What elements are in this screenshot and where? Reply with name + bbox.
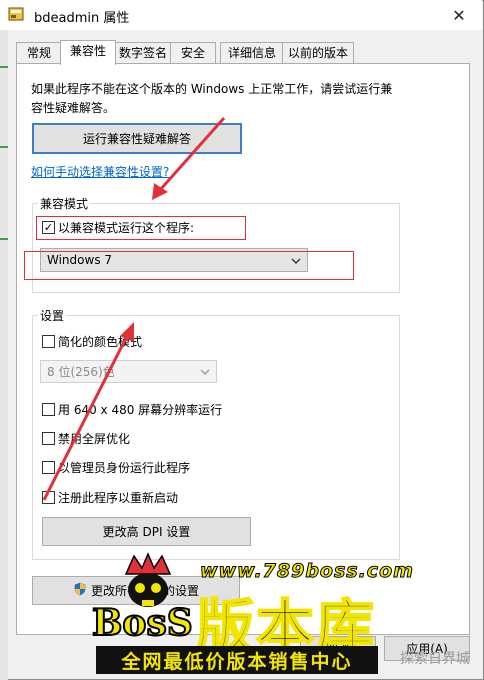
tab-compatibility[interactable]: 兼容性 [60, 40, 116, 65]
shield-icon [73, 582, 87, 599]
tab-details[interactable]: 详细信息 [220, 42, 284, 64]
reduced-color-checkbox[interactable] [42, 335, 55, 348]
register-restart-checkbox[interactable] [42, 491, 55, 504]
run-as-admin-checkbox[interactable] [42, 461, 55, 474]
watermark-slogan: 全网最低价版本销售中心 [96, 646, 378, 674]
register-restart-label: 注册此程序以重新启动 [58, 491, 179, 505]
color-mode-select-value: 8 位(256)色 [47, 365, 115, 379]
tab-general[interactable]: 常规 [16, 42, 62, 64]
change-dpi-button[interactable]: 更改高 DPI 设置 [42, 517, 251, 546]
intro-line-2: 容性疑难解答。 [31, 101, 116, 115]
tab-security[interactable]: 安全 [170, 42, 216, 64]
close-icon: ✕ [452, 5, 466, 25]
app-icon [8, 6, 24, 22]
reduced-color-label: 简化的颜色模式 [58, 335, 143, 349]
annotation-box-checkbox [36, 216, 246, 240]
watermark-brand: BosS [91, 601, 194, 645]
intro-text: 如果此程序不能在这个版本的 Windows 上正常工作，请尝试运行兼 容性疑难解… [31, 80, 411, 118]
settings-group-label: 设置 [38, 307, 67, 324]
tab-previous-versions[interactable]: 以前的版本 [282, 42, 354, 64]
intro-line-1: 如果此程序不能在这个版本的 Windows 上正常工作，请尝试运行兼 [31, 82, 393, 96]
watermark-url: www.789boss.com [200, 560, 414, 583]
window-title: bdeadmin 属性 [34, 11, 130, 26]
res-640-checkbox[interactable] [42, 403, 55, 416]
watermark-corner-text: 探索日界城 [400, 651, 470, 667]
close-button[interactable]: ✕ [444, 4, 474, 26]
run-as-admin-label: 以管理员身份运行此程序 [58, 461, 191, 475]
background-window-strip [0, 30, 8, 680]
annotation-box-select [24, 251, 354, 280]
color-mode-select[interactable]: 8 位(256)色 [40, 360, 217, 383]
title-bar: bdeadmin 属性 ✕ [0, 0, 482, 30]
res-640-label: 用 640 x 480 屏幕分辨率运行 [58, 403, 223, 417]
disable-fullscreen-checkbox[interactable] [42, 432, 55, 445]
run-troubleshooter-button[interactable]: 运行兼容性疑难解答 [32, 123, 242, 154]
compat-mode-group-label: 兼容模式 [38, 195, 91, 212]
disable-fullscreen-label: 禁用全屏优化 [58, 432, 131, 446]
chevron-down-icon [200, 361, 210, 387]
manual-settings-link[interactable]: 如何手动选择兼容性设置? [31, 163, 169, 180]
tab-digital-signatures[interactable]: 数字签名 [114, 42, 172, 64]
